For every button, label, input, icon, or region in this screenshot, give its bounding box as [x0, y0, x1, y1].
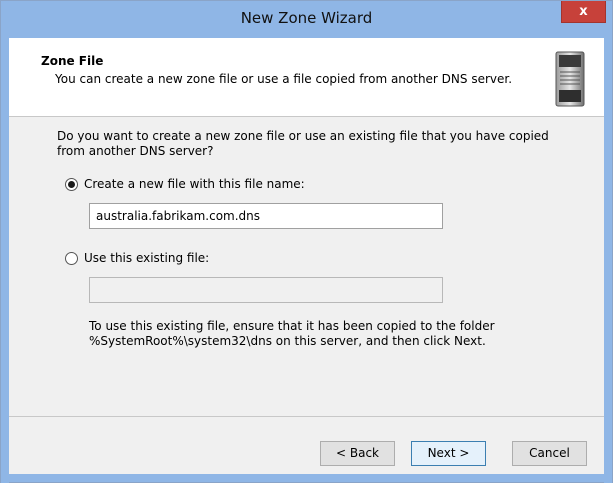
window-frame-right	[604, 38, 612, 483]
use-existing-file-label[interactable]: Use this existing file:	[84, 251, 209, 265]
close-icon: x	[579, 4, 588, 19]
wizard-window: New Zone Wizard x Zone File You can crea…	[0, 0, 613, 483]
create-new-file-radio[interactable]	[65, 178, 78, 191]
next-button[interactable]: Next >	[411, 441, 486, 466]
wizard-header: Zone File You can create a new zone file…	[9, 38, 604, 117]
page-description: You can create a new zone file or use a …	[55, 72, 513, 86]
window-title: New Zone Wizard	[240, 9, 373, 27]
create-new-file-label[interactable]: Create a new file with this file name:	[84, 177, 305, 191]
existing-file-note: To use this existing file, ensure that i…	[89, 319, 495, 348]
window-frame-left	[1, 38, 9, 483]
use-existing-file-radio[interactable]	[65, 252, 78, 265]
wizard-body	[9, 117, 604, 417]
question-text: Do you want to create a new zone file or…	[57, 129, 549, 158]
close-button[interactable]: x	[561, 1, 606, 23]
back-button[interactable]: < Back	[320, 441, 395, 466]
window-frame-bottom	[1, 474, 612, 482]
page-title: Zone File	[41, 54, 104, 68]
existing-file-input[interactable]	[89, 277, 443, 303]
footer-divider	[9, 416, 604, 417]
cancel-button[interactable]: Cancel	[512, 441, 587, 466]
server-icon	[555, 51, 585, 107]
new-file-name-input[interactable]: australia.fabrikam.com.dns	[89, 203, 443, 229]
title-bar[interactable]: New Zone Wizard x	[1, 1, 612, 38]
